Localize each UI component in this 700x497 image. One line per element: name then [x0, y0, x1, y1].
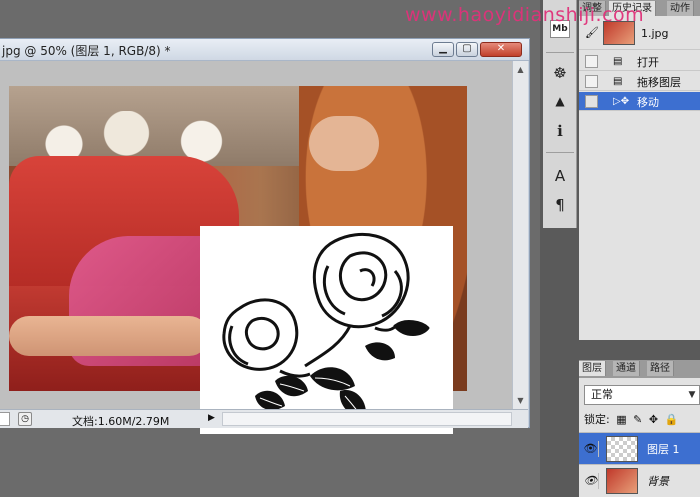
layer-thumbnail [606, 436, 638, 462]
layer-thumbnail [606, 468, 638, 494]
histogram-icon[interactable]: ▲ [549, 90, 571, 112]
rose-illustration [222, 232, 430, 421]
history-step-icon: ▤ [613, 56, 623, 67]
zoom-field[interactable] [0, 412, 10, 426]
status-menu-arrow-icon[interactable]: ▶ [208, 413, 215, 423]
lock-paint-icon[interactable]: ✎ [633, 413, 642, 426]
lock-position-icon[interactable]: ✥ [649, 413, 658, 426]
horizontal-scrollbar[interactable] [222, 412, 512, 426]
tab-layers[interactable]: 图层 [579, 361, 606, 376]
layer-name: 图层 1 [647, 443, 680, 456]
layer-row[interactable]: 👁 图层 1 [579, 432, 700, 464]
history-item[interactable]: ▤ 拖移图层 [579, 72, 700, 91]
chevron-down-icon: ▼ [688, 390, 696, 400]
navigator-wheel-icon[interactable]: ☸ [549, 62, 571, 84]
history-item-label: 打开 [637, 56, 659, 69]
lock-row: 锁定: ▦ ✎ ✥ 🔒 [584, 411, 700, 429]
eye-icon[interactable]: 👁 [583, 441, 599, 457]
history-item-label: 拖移图层 [637, 76, 681, 89]
blend-mode-value: 正常 [591, 388, 613, 401]
document-titlebar[interactable]: jpg @ 50% (图层 1, RGB/8) * ▁ ▢ ✕ [0, 39, 529, 61]
paragraph-icon[interactable]: ¶ [549, 194, 571, 216]
watermark-text: www.haoyidianshiji.com [405, 4, 645, 26]
layers-panel: 图层 通道 路径 正常 ▼ 锁定: ▦ ✎ ✥ 🔒 👁 图层 1 👁 背景 [579, 360, 700, 497]
tab-channels[interactable]: 通道 [613, 361, 640, 376]
layer-row[interactable]: 👁 背景 [579, 464, 700, 496]
history-brush-icon[interactable]: 🖌 [585, 26, 599, 39]
strip-divider [546, 52, 574, 53]
character-icon[interactable]: A [549, 165, 571, 187]
vertical-scrollbar[interactable]: ▲ ▼ [512, 61, 528, 409]
lock-all-icon[interactable]: 🔒 [665, 413, 679, 426]
history-step-icon: ▤ [613, 76, 623, 87]
maximize-button[interactable]: ▢ [456, 42, 478, 57]
history-item[interactable]: ▤ 打开 [579, 52, 700, 71]
photo-arm [9, 316, 209, 356]
history-item-label: 移动 [637, 96, 659, 109]
rose-layer[interactable] [200, 226, 453, 434]
scroll-down-icon[interactable]: ▼ [515, 395, 526, 406]
snapshot-label: 1.jpg [641, 27, 669, 40]
history-checkbox[interactable] [585, 55, 598, 68]
history-panel: 调整 历史记录 动作 🖌 1.jpg ▤ 打开 ▤ 拖移图层 ▷✥ 移动 [579, 0, 700, 340]
strip-divider [546, 152, 574, 153]
history-item[interactable]: ▷✥ 移动 [579, 92, 700, 111]
lock-label: 锁定: [584, 413, 610, 426]
move-tool-icon: ▷✥ [613, 96, 630, 107]
history-checkbox[interactable] [585, 75, 598, 88]
minimize-button[interactable]: ▁ [432, 42, 454, 57]
layers-panel-tabs: 图层 通道 路径 [579, 360, 700, 378]
layer-name: 背景 [647, 475, 669, 488]
document-size-text: 文档:1.60M/2.79M [72, 415, 170, 428]
blend-mode-select[interactable]: 正常 ▼ [584, 385, 700, 405]
close-button[interactable]: ✕ [480, 42, 522, 57]
document-window: jpg @ 50% (图层 1, RGB/8) * ▁ ▢ ✕ ▲ ▼ ◷ 文档… [0, 38, 530, 434]
photo-face [309, 116, 379, 171]
panel-icon-strip: Mb ☸ ▲ ℹ A ¶ [543, 0, 577, 228]
document-title: jpg @ 50% (图层 1, RGB/8) * [2, 44, 171, 58]
scroll-up-icon[interactable]: ▲ [515, 64, 526, 75]
tab-actions[interactable]: 动作 [667, 1, 694, 16]
lock-transparency-icon[interactable]: ▦ [616, 413, 626, 426]
document-status-bar: ◷ 文档:1.60M/2.79M ▶ [0, 409, 528, 428]
info-icon[interactable]: ℹ [549, 120, 571, 142]
eye-icon[interactable]: 👁 [583, 473, 599, 489]
status-options-icon[interactable]: ◷ [18, 412, 32, 426]
history-checkbox[interactable] [585, 95, 598, 108]
canvas-area[interactable] [0, 61, 512, 434]
tab-paths[interactable]: 路径 [647, 361, 674, 376]
